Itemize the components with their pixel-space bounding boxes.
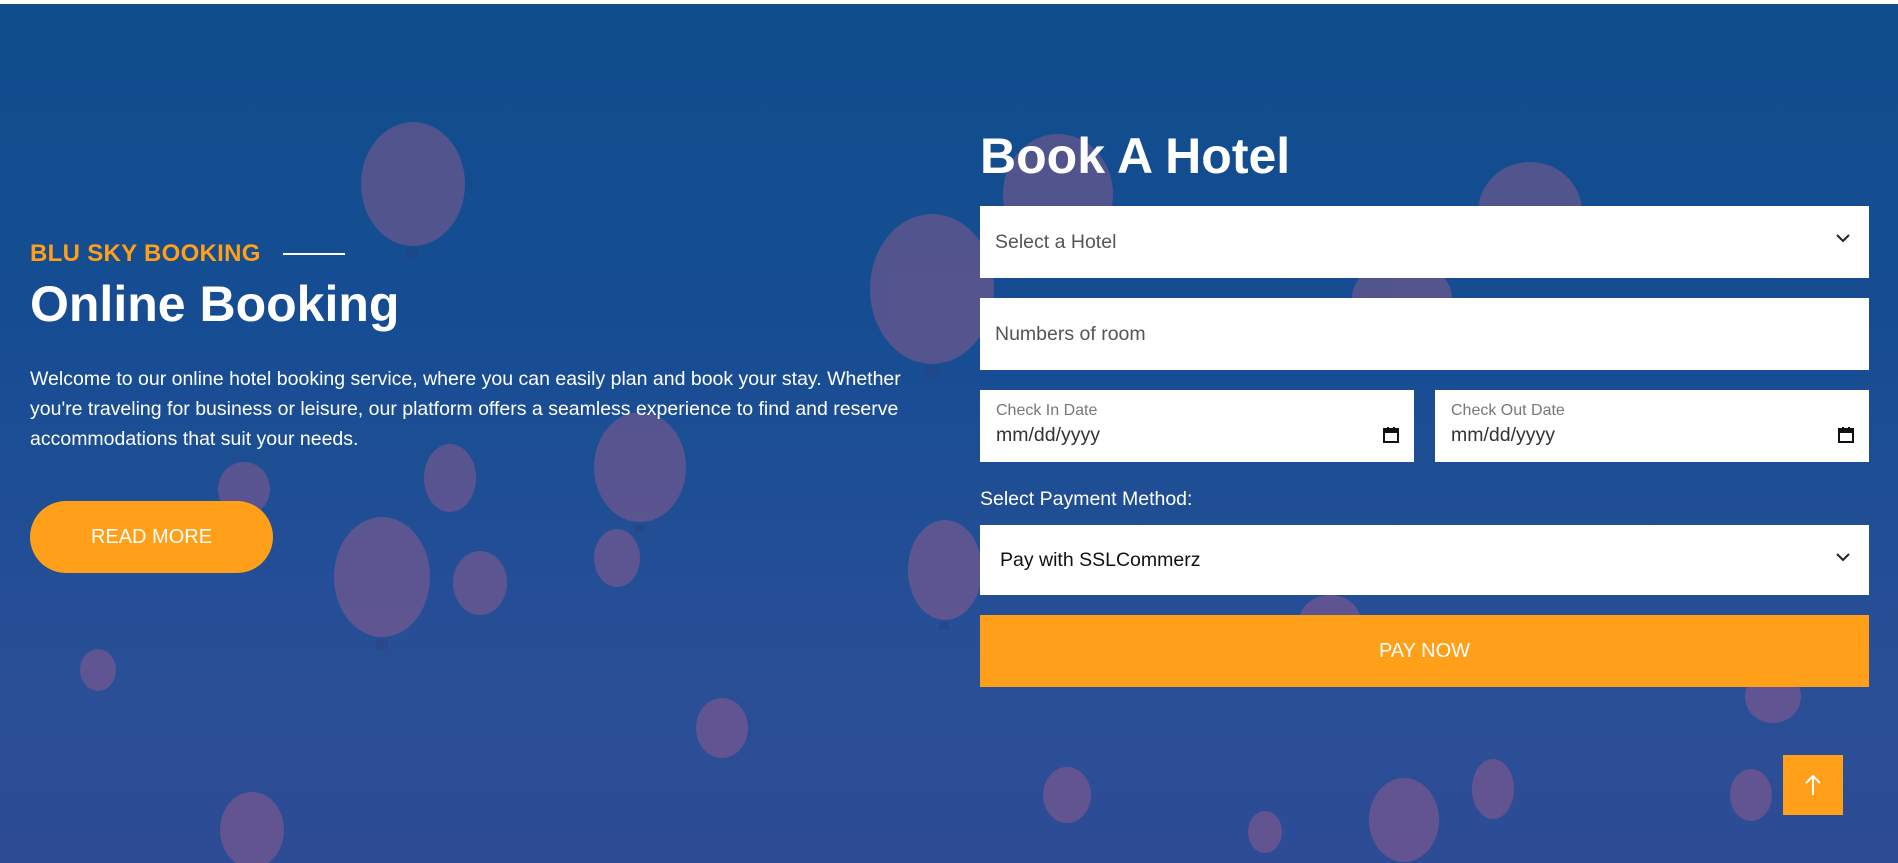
check-out-value: mm/dd/yyyy: [1451, 424, 1556, 446]
payment-method-select[interactable]: Pay with SSLCommerz: [980, 525, 1869, 595]
payment-method-value: Pay with SSLCommerz: [1000, 548, 1201, 571]
calendar-icon[interactable]: [1837, 426, 1855, 444]
brand-eyebrow: BLU SKY BOOKING: [30, 240, 261, 267]
check-out-label: Check Out Date: [1451, 402, 1565, 419]
hotel-select[interactable]: Select a Hotel: [980, 206, 1869, 278]
chevron-down-icon: [1836, 553, 1850, 562]
check-in-date-field[interactable]: Check In Date mm/dd/yyyy: [980, 390, 1414, 462]
intro-text: Welcome to our online hotel booking serv…: [30, 368, 901, 450]
check-out-date-field[interactable]: Check Out Date mm/dd/yyyy: [1435, 390, 1869, 462]
arrow-up-icon: [1805, 774, 1821, 795]
hotel-select-value: Select a Hotel: [995, 230, 1117, 253]
page-title: Online Booking: [30, 276, 400, 332]
calendar-icon[interactable]: [1382, 426, 1400, 444]
chevron-down-icon: [1836, 234, 1850, 243]
rooms-input[interactable]: Numbers of room: [980, 298, 1869, 370]
payment-method-label: Select Payment Method:: [980, 488, 1193, 510]
read-more-button[interactable]: READ MORE: [30, 501, 273, 573]
form-title: Book A Hotel: [980, 128, 1291, 184]
intro-block: BLU SKY BOOKING Online Booking Welcome t…: [30, 240, 910, 573]
eyebrow: BLU SKY BOOKING: [30, 240, 910, 268]
eyebrow-divider: [282, 253, 345, 255]
pay-now-button[interactable]: PAY NOW: [980, 615, 1869, 687]
check-in-value: mm/dd/yyyy: [996, 424, 1101, 446]
check-in-label: Check In Date: [996, 402, 1098, 419]
date-row: Check In Date mm/dd/yyyy Check Out Date …: [980, 390, 1869, 462]
rooms-placeholder: Numbers of room: [995, 322, 1146, 345]
scroll-to-top-button[interactable]: [1783, 755, 1843, 815]
hero-section: BLU SKY BOOKING Online Booking Welcome t…: [0, 4, 1898, 863]
booking-form: Book A Hotel Select a Hotel Numbers of r…: [980, 126, 1869, 687]
